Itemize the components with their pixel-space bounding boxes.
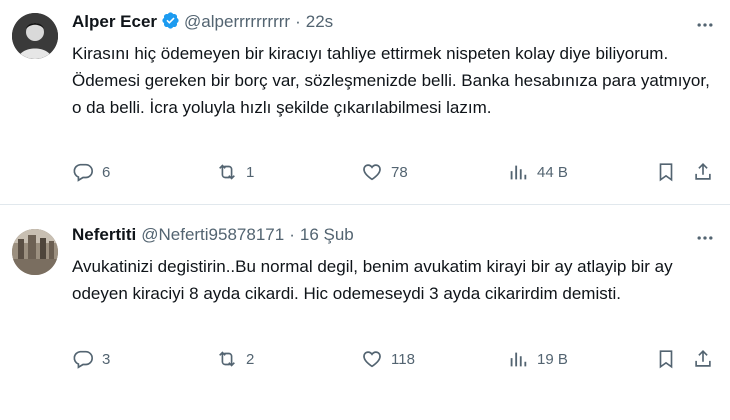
like-button[interactable]: 118 [361, 348, 415, 370]
bookmark-icon [659, 163, 673, 182]
share-button[interactable] [692, 161, 714, 183]
author-name[interactable]: Alper Ecer [72, 12, 157, 31]
views-count: 19 B [537, 350, 568, 368]
retweet-icon [219, 164, 235, 180]
bookmark-icon [659, 350, 673, 369]
retweet-icon [219, 351, 235, 367]
tweet-1[interactable]: Alper Ecer @alperrrrrrrrrr · 22s Kirasını h… [0, 0, 730, 204]
tweet-time[interactable]: 16 Şub [300, 225, 354, 244]
reply-button[interactable]: 3 [72, 348, 110, 370]
views-button[interactable]: 44 B [507, 161, 568, 183]
tweet-time[interactable]: 22s [306, 12, 333, 31]
retweet-button[interactable]: 2 [216, 348, 254, 370]
verified-badge-icon [162, 12, 179, 29]
tweet-actions: 6 1 78 44 B [72, 161, 716, 185]
retweet-count: 2 [246, 350, 255, 368]
author-handle[interactable]: @alperrrrrrrrrr [184, 12, 290, 31]
retweet-count: 1 [246, 163, 255, 181]
reply-count: 6 [102, 163, 111, 181]
like-icon [363, 164, 381, 181]
views-count: 44 B [537, 163, 568, 181]
share-icon [695, 350, 711, 367]
share-icon [695, 163, 711, 180]
like-count: 78 [391, 163, 408, 181]
separator-dot: · [289, 225, 295, 244]
tweet-text: Avukatinizi degistirin..Bu normal degil,… [72, 257, 673, 303]
reply-icon [73, 350, 93, 369]
tweet-header: Nefertiti @Neferti95878171 · 16 Şub [72, 224, 690, 246]
tweet-text: Kirasını hiç ödemeyen bir kiracıyı tahli… [72, 44, 710, 117]
tweet-2[interactable]: Nefertiti @Neferti95878171 · 16 Şub Avukati… [0, 205, 730, 420]
like-button[interactable]: 78 [361, 161, 408, 183]
like-icon [363, 351, 381, 368]
views-icon [510, 165, 527, 180]
author-handle[interactable]: @Neferti95878171 [141, 225, 284, 244]
share-button[interactable] [692, 348, 714, 370]
bookmark-button[interactable] [655, 161, 677, 183]
retweet-button[interactable]: 1 [216, 161, 254, 183]
bookmark-button[interactable] [655, 348, 677, 370]
more-icon[interactable] [694, 227, 716, 249]
avatar[interactable] [12, 13, 58, 59]
reply-icon [73, 163, 93, 182]
more-icon[interactable] [694, 14, 716, 36]
author-name[interactable]: Nefertiti [72, 225, 136, 244]
like-count: 118 [391, 350, 415, 368]
tweet-header: Alper Ecer @alperrrrrrrrrr · 22s [72, 11, 690, 33]
views-button[interactable]: 19 B [507, 348, 568, 370]
views-icon [510, 352, 527, 367]
separator-dot: · [295, 12, 301, 31]
reply-count: 3 [102, 350, 111, 368]
reply-button[interactable]: 6 [72, 161, 110, 183]
tweet-actions: 3 2 118 19 B [72, 348, 716, 372]
avatar[interactable] [12, 229, 58, 275]
